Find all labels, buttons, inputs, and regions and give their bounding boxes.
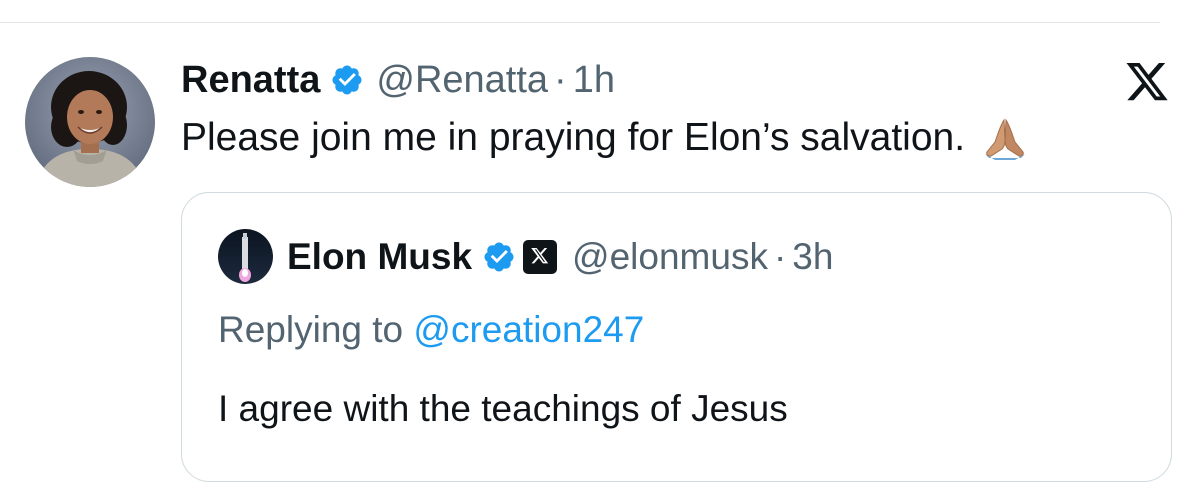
x-affiliate-badge-icon[interactable] (522, 239, 558, 275)
replying-to-label: Replying to (218, 309, 404, 350)
folded-hands-emoji (983, 116, 1027, 160)
top-divider (0, 22, 1160, 23)
quoted-author-avatar[interactable] (218, 229, 273, 284)
author-handle[interactable]: @Renatta (376, 59, 548, 102)
tweet-header: Renatta @Renatta · 1h (181, 56, 615, 104)
quoted-tweet-header: Elon Musk @elonmusk · 3h (287, 231, 833, 283)
verified-badge-icon[interactable] (482, 240, 516, 274)
tweet-text-line: Please join me in praying for Elon’s sal… (181, 112, 1027, 164)
separator-dot: · (554, 58, 567, 101)
quoted-tweet-text: I agree with the teachings of Jesus (218, 388, 788, 429)
separator-dot: · (773, 236, 787, 277)
verified-badge-icon[interactable] (330, 63, 364, 97)
x-logo-icon[interactable] (1124, 63, 1170, 105)
author-name[interactable]: Renatta (181, 59, 320, 102)
quoted-tweet-card[interactable]: Elon Musk @elonmusk · 3h Replying to @cr… (181, 192, 1172, 482)
author-avatar[interactable] (25, 57, 155, 187)
tweet-time[interactable]: 1h (573, 59, 615, 102)
quoted-author-name[interactable]: Elon Musk (287, 236, 472, 278)
quoted-tweet-time[interactable]: 3h (792, 236, 833, 278)
replying-to-mention[interactable]: @creation247 (413, 309, 644, 350)
quoted-author-handle[interactable]: @elonmusk (572, 236, 768, 278)
replying-to-line: Replying to @creation247 (218, 306, 644, 354)
tweet-text: Please join me in praying for Elon’s sal… (181, 116, 966, 159)
